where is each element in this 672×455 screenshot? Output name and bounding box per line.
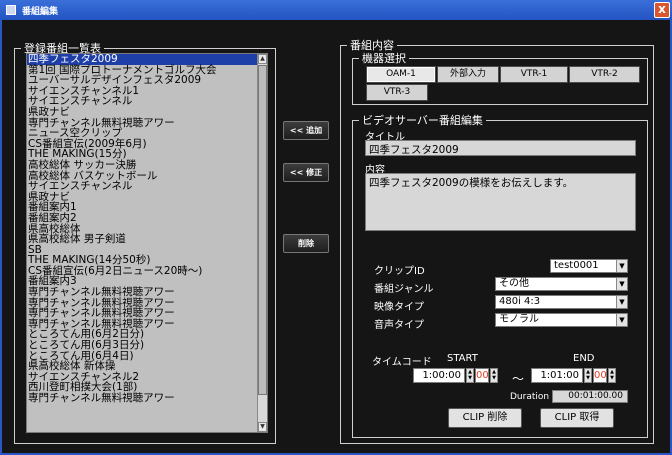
video-type-select[interactable]: 480i 4:3 ▼ [495, 295, 628, 309]
list-item[interactable]: 四季フェスタ2009 [27, 54, 267, 65]
end-frame-spinner[interactable]: ▲ ▼ [608, 368, 616, 383]
device-vtr3-button[interactable]: VTR-3 [366, 84, 428, 101]
start-time-spinner[interactable]: ▲ ▼ [466, 368, 474, 383]
video-type-label: 映像タイプ [374, 302, 424, 313]
end-time-field[interactable]: 1:01:00 [531, 368, 583, 383]
audio-type-value: モノラル [499, 314, 539, 325]
genre-value: その他 [499, 278, 529, 289]
end-time-spinner[interactable]: ▲ ▼ [584, 368, 592, 383]
range-separator: ～ [512, 372, 525, 386]
delete-button[interactable]: 削除 [283, 234, 329, 253]
modify-button[interactable]: << 修正 [283, 163, 329, 182]
list-item[interactable]: 県政ナビ [27, 107, 267, 118]
device-vtr2-button[interactable]: VTR-2 [569, 66, 640, 83]
duration-value: 00:01:00.00 [552, 390, 628, 403]
clip-delete-button[interactable]: CLIP 削除 [448, 408, 522, 428]
end-label: END [573, 353, 595, 364]
start-frame-spinner[interactable]: ▲ ▼ [490, 368, 498, 383]
program-list: 四季フェスタ2009 第1回 国際プロトーナメントゴルフ大会 ユーバーサルデザインフ… [27, 54, 267, 404]
chevron-down-icon[interactable]: ▼ [616, 278, 627, 290]
scroll-thumb[interactable] [258, 65, 267, 395]
clip-id-label: クリップID [374, 266, 425, 277]
device-vtr1-button[interactable]: VTR-1 [500, 66, 568, 83]
app-icon [6, 5, 16, 15]
title-field[interactable]: 四季フェスタ2009 [365, 140, 636, 156]
clip-id-value: test0001 [554, 260, 599, 271]
start-frame-field[interactable]: 00 [475, 368, 489, 383]
content-textarea[interactable]: 四季フェスタ2009の模様をお伝えします。 [365, 173, 636, 231]
device-oam1-button[interactable]: OAM-1 [366, 66, 436, 83]
genre-select[interactable]: その他 ▼ [495, 277, 628, 291]
list-scrollbar[interactable]: ▲ ▼ [257, 54, 267, 432]
clip-id-select[interactable]: test0001 ▼ [550, 259, 628, 273]
title-bar: 番組編集 x [0, 0, 672, 20]
start-time-field[interactable]: 1:00:00 [413, 368, 465, 383]
close-icon[interactable]: x [654, 2, 670, 18]
video-type-value: 480i 4:3 [499, 296, 541, 307]
clip-get-button[interactable]: CLIP 取得 [540, 408, 614, 428]
add-button[interactable]: << 追加 [283, 121, 329, 140]
list-item[interactable]: 高校総体 サッカー決勝 [27, 160, 267, 171]
scroll-up-icon[interactable]: ▲ [258, 54, 267, 64]
duration-label: Duration [510, 392, 550, 402]
scroll-down-icon[interactable]: ▼ [258, 422, 267, 432]
device-external-input-button[interactable]: 外部入力 [437, 66, 499, 83]
program-listbox[interactable]: 四季フェスタ2009 第1回 国際プロトーナメントゴルフ大会 ユーバーサルデザインフ… [26, 53, 268, 433]
video-server-edit-legend: ビデオサーバー番組編集 [362, 114, 483, 127]
chevron-down-icon[interactable]: ▼ [616, 296, 627, 308]
end-frame-field[interactable]: 00 [593, 368, 607, 383]
genre-label: 番組ジャンル [374, 284, 434, 295]
start-label: START [447, 353, 478, 364]
list-item[interactable]: 番組案内2 [27, 213, 267, 224]
window-title: 番組編集 [22, 6, 59, 17]
audio-type-label: 音声タイプ [374, 320, 424, 331]
list-item[interactable]: 県高校総体 男子剣道 [27, 234, 267, 245]
timecode-label: タイムコード [372, 357, 432, 368]
audio-type-select[interactable]: モノラル ▼ [495, 313, 628, 327]
device-select-legend: 機器選択 [362, 52, 406, 65]
list-item[interactable]: 専門チャンネル無料視聴アワー [27, 393, 267, 404]
chevron-down-icon[interactable]: ▼ [616, 260, 627, 272]
chevron-down-icon[interactable]: ▼ [616, 314, 627, 326]
